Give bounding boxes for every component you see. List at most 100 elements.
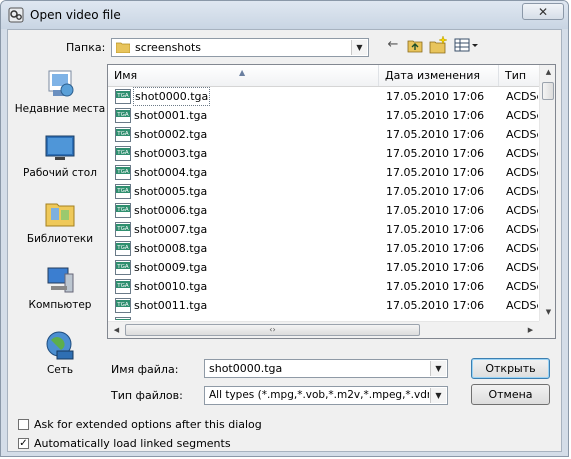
file-date: 17.05.2010 17:06	[386, 315, 484, 320]
file-date: 17.05.2010 17:06	[386, 90, 485, 103]
scroll-down-icon[interactable]: ▼	[540, 308, 555, 316]
svg-text:TGA: TGA	[116, 112, 129, 118]
file-row[interactable]: TGA shot0005.tga 17.05.2010 17:06 ACDSe	[108, 182, 539, 201]
svg-text:TGA: TGA	[116, 150, 129, 156]
file-row[interactable]: TGA shot0000.tga 17.05.2010 17:06 ACDSe	[108, 87, 539, 106]
file-row[interactable]: TGA shot0006.tga 17.05.2010 17:06 ACDSe	[108, 201, 539, 220]
tga-file-icon: TGA	[115, 127, 131, 142]
tga-file-icon: TGA	[115, 146, 131, 161]
file-row[interactable]: TGA shot0009.tga 17.05.2010 17:06 ACDSe	[108, 258, 539, 277]
dialog-body: Папка: screenshots ▼ ← Недавние места Ра…	[7, 29, 562, 452]
place-label: Недавние места	[14, 103, 106, 115]
place-recent[interactable]: Недавние места	[14, 68, 106, 116]
vertical-scroll-thumb[interactable]	[542, 82, 554, 100]
tga-file-icon: TGA	[115, 241, 131, 256]
recent-places-icon	[48, 70, 74, 97]
tga-file-icon: TGA	[115, 222, 131, 237]
filetype-select[interactable]: All types (*.mpg,*.vob,*.m2v,*.mpeg,*.vd…	[204, 386, 448, 405]
filename-input[interactable]: shot0000.tga ▼	[204, 359, 448, 378]
file-type: ACDSe	[506, 185, 538, 198]
tga-file-icon: TGA	[115, 165, 131, 180]
lookin-combo[interactable]: screenshots ▼	[111, 38, 369, 57]
scroll-right-icon[interactable]: ▶	[522, 326, 539, 334]
file-type: ACDSe	[506, 315, 538, 320]
scroll-up-icon[interactable]: ▲	[540, 68, 555, 76]
file-type: ACDSe	[506, 204, 538, 217]
scroll-left-icon[interactable]: ◀	[108, 326, 125, 334]
file-row[interactable]: TGA shot0003.tga 17.05.2010 17:06 ACDSe	[108, 144, 539, 163]
svg-text:TGA: TGA	[116, 188, 129, 194]
network-icon	[46, 331, 74, 360]
file-type: ACDSe	[506, 299, 538, 312]
file-row[interactable]: TGA shot0001.tga 17.05.2010 17:06 ACDSe	[108, 106, 539, 125]
svg-text:TGA: TGA	[116, 302, 129, 308]
app-settings-icon	[8, 7, 24, 23]
place-libraries[interactable]: Библиотеки	[14, 198, 106, 246]
up-folder-icon[interactable]	[405, 35, 425, 55]
close-button[interactable]: ✕	[522, 3, 564, 20]
view-menu-icon[interactable]	[453, 35, 479, 55]
tga-file-icon: TGA	[115, 108, 131, 123]
file-date: 17.05.2010 17:06	[386, 223, 485, 236]
back-arrow-icon[interactable]: ←	[383, 35, 403, 55]
file-type: ACDSe	[506, 109, 538, 122]
file-type: ACDSe	[506, 223, 538, 236]
file-date: 17.05.2010 17:06	[386, 204, 485, 217]
file-date: 17.05.2010 17:06	[386, 299, 485, 312]
file-name: shot0006.tga	[134, 204, 208, 217]
file-name: shot0012.tga	[134, 315, 374, 320]
file-row[interactable]: TGA shot0004.tga 17.05.2010 17:06 ACDSe	[108, 163, 539, 182]
file-type: ACDSe	[506, 261, 538, 274]
file-type: ACDSe	[506, 90, 538, 103]
place-desktop[interactable]: Рабочий стол	[14, 134, 106, 180]
folder-icon	[116, 42, 130, 53]
extended-options-checkbox[interactable]	[18, 419, 29, 430]
title-bar[interactable]: Open video file ✕	[1, 1, 568, 29]
file-row[interactable]: TGAshot0012.tga 17.05.2010 17:06 ACDSe	[108, 315, 539, 320]
lookin-value: screenshots	[135, 41, 202, 54]
load-linked-label: Automatically load linked segments	[34, 437, 231, 450]
file-row[interactable]: TGA shot0002.tga 17.05.2010 17:06 ACDSe	[108, 125, 539, 144]
file-date: 17.05.2010 17:06	[386, 261, 485, 274]
open-button[interactable]: Открыть	[471, 358, 550, 379]
load-linked-checkbox[interactable]: ✓	[18, 438, 29, 449]
file-date: 17.05.2010 17:06	[386, 280, 485, 293]
chevron-down-icon[interactable]: ▼	[351, 40, 367, 55]
place-label: Рабочий стол	[23, 167, 97, 179]
file-type: ACDSe	[506, 166, 538, 179]
file-row[interactable]: TGA shot0010.tga 17.05.2010 17:06 ACDSe	[108, 277, 539, 296]
column-type[interactable]: Тип	[499, 65, 539, 86]
file-list: ▲ Имя Дата изменения Тип TGA shot0000.tga…	[107, 64, 556, 339]
column-date[interactable]: Дата изменения	[379, 65, 499, 86]
file-name: shot0005.tga	[134, 185, 208, 198]
svg-text:TGA: TGA	[116, 226, 129, 232]
file-type: ACDSe	[506, 147, 538, 160]
desktop-icon	[45, 135, 75, 160]
filetype-label: Тип файлов:	[111, 389, 183, 402]
column-label: Тип	[505, 69, 527, 82]
filename-value: shot0000.tga	[209, 362, 283, 375]
tga-file-icon: TGA	[115, 203, 131, 218]
place-computer[interactable]: Компьютер	[14, 266, 106, 312]
file-row[interactable]: TGA shot0008.tga 17.05.2010 17:06 ACDSe	[108, 239, 539, 258]
svg-text:TGA: TGA	[116, 207, 129, 213]
place-network[interactable]: Сеть	[14, 329, 106, 377]
svg-text:TGA: TGA	[116, 264, 129, 270]
new-folder-icon[interactable]	[428, 35, 448, 55]
column-name[interactable]: ▲ Имя	[108, 65, 379, 86]
file-name: shot0008.tga	[134, 242, 208, 255]
chevron-down-icon[interactable]: ▼	[430, 361, 446, 376]
file-date: 17.05.2010 17:06	[386, 109, 485, 122]
tga-file-icon: TGA	[115, 184, 131, 199]
file-row[interactable]: TGA shot0007.tga 17.05.2010 17:06 ACDSe	[108, 220, 539, 239]
cancel-button[interactable]: Отмена	[471, 384, 550, 405]
file-row[interactable]: TGA shot0011.tga 17.05.2010 17:06 ACDSe	[108, 296, 539, 315]
svg-text:TGA: TGA	[116, 93, 129, 99]
file-type: ACDSe	[506, 128, 538, 141]
file-name: shot0011.tga	[134, 299, 208, 312]
horizontal-scroll-thumb[interactable]: ‹›	[125, 324, 420, 336]
file-name: shot0009.tga	[134, 261, 208, 274]
horizontal-scrollbar[interactable]: ◀ ‹› ▶	[108, 321, 539, 338]
chevron-down-icon[interactable]: ▼	[430, 388, 446, 403]
vertical-scrollbar[interactable]: ▲ ▼	[539, 65, 555, 321]
